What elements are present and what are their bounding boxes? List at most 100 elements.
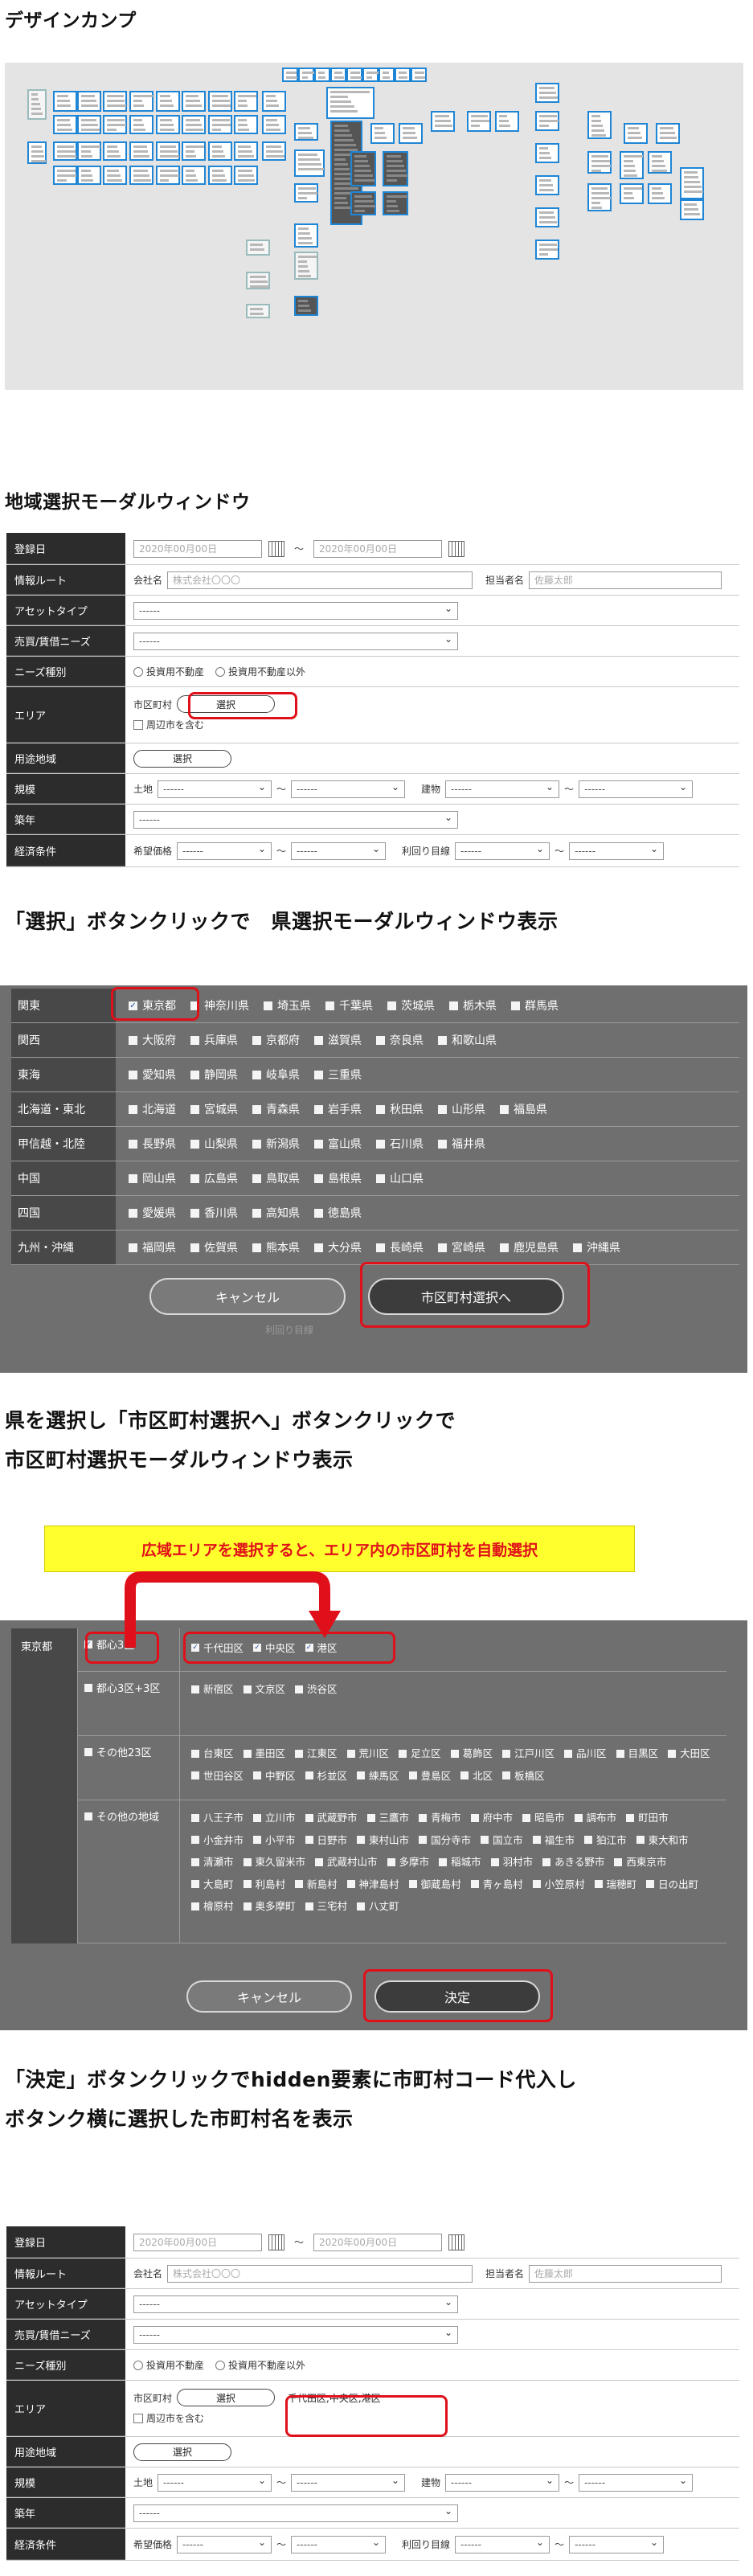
city-checkbox[interactable]: 羽村市 [491,1851,534,1873]
calendar-icon[interactable] [448,2234,465,2250]
prefecture-checkbox[interactable]: 静岡県 [190,1067,238,1083]
city-checkbox[interactable]: 新島村 [295,1874,338,1895]
cancel-button[interactable]: キャンセル [149,1278,346,1315]
prefecture-checkbox[interactable]: 和歌山県 [438,1032,497,1048]
prefecture-checkbox[interactable]: 兵庫県 [190,1032,238,1048]
city-checkbox[interactable]: 国分寺市 [419,1829,471,1851]
area-group-checkbox[interactable]: その他の地域 [84,1808,159,1824]
prefecture-checkbox[interactable]: 宮崎県 [438,1239,485,1255]
city-checkbox[interactable]: 奥多摩町 [243,1895,296,1917]
city-checkbox[interactable]: 文京区 [243,1678,286,1700]
radio-investment[interactable]: 投資用不動産 [133,665,204,678]
city-checkbox[interactable]: 稲城市 [439,1851,481,1873]
select-land-label-min[interactable]: ------ [158,780,272,798]
select-building-label-max[interactable]: ------ [579,780,694,798]
prefecture-checkbox[interactable]: 福井県 [438,1136,485,1152]
prefecture-checkbox[interactable]: 三重県 [314,1067,362,1083]
select-building-age[interactable]: ------ [133,2504,458,2522]
cancel-button[interactable]: キャンセル [186,1980,352,2013]
area-group-option[interactable]: 都心3区+3区 [77,1672,180,1735]
prefecture-checkbox[interactable]: 埼玉県 [264,997,311,1014]
prefecture-checkbox[interactable]: 愛知県 [129,1067,176,1083]
city-checkbox[interactable]: 東大和市 [636,1829,689,1851]
city-checkbox[interactable]: 日の出町 [646,1874,698,1895]
prefecture-checkbox[interactable]: 徳島県 [314,1205,362,1221]
area-group-option[interactable]: その他の地域 [77,1800,180,1943]
city-checkbox[interactable]: 板橋区 [502,1765,545,1787]
city-checkbox[interactable]: 福生市 [533,1829,575,1851]
prefecture-checkbox[interactable]: 群馬県 [511,997,559,1014]
prefecture-checkbox[interactable]: 沖縄県 [573,1239,620,1255]
city-checkbox[interactable]: 江東区 [295,1743,338,1764]
select-desired-price-label-max[interactable]: ------ [291,2535,387,2553]
select-land-label-max[interactable]: ------ [291,780,406,798]
city-checkbox[interactable]: 国立市 [481,1829,523,1851]
city-checkbox[interactable]: 清瀬市 [191,1851,234,1873]
city-checkbox[interactable]: あきる野市 [542,1851,604,1873]
city-checkbox[interactable]: 武蔵村山市 [315,1851,378,1873]
city-checkbox[interactable]: 北区 [460,1765,493,1787]
prefecture-checkbox[interactable]: 富山県 [314,1136,362,1152]
prefecture-checkbox[interactable]: 愛媛県 [129,1205,176,1221]
city-checkbox[interactable]: 大田区 [668,1743,710,1764]
date-from-input[interactable]: 2020年00月00日 [133,2233,262,2251]
prefecture-checkbox[interactable]: 大阪府 [129,1032,176,1048]
city-checkbox[interactable]: 荒川区 [347,1743,390,1764]
city-checkbox[interactable]: 練馬区 [357,1765,399,1787]
prefecture-checkbox[interactable]: 岩手県 [314,1101,362,1117]
city-checkbox[interactable]: 小平市 [253,1829,296,1851]
calendar-icon[interactable] [268,540,284,557]
prefecture-checkbox[interactable]: 広島県 [190,1170,238,1186]
city-checkbox[interactable]: 葛飾区 [451,1743,493,1764]
person-input[interactable]: 佐藤太郎 [529,571,722,589]
select-yield-label-min[interactable]: ------ [455,842,550,860]
city-checkbox[interactable]: 足立区 [399,1743,441,1764]
city-checkbox[interactable]: 品川区 [564,1743,607,1764]
company-input[interactable]: 株式会社〇〇〇 [167,2264,473,2283]
city-checkbox[interactable]: 小金井市 [191,1829,243,1851]
area-group-checkbox[interactable]: その他23区 [84,1744,152,1759]
prefecture-checkbox[interactable]: 茨城県 [387,997,435,1014]
city-checkbox[interactable]: 杉並区 [305,1765,348,1787]
city-checkbox[interactable]: 瑞穂町 [595,1874,637,1895]
city-checkbox[interactable]: 利島村 [243,1874,286,1895]
date-to-input[interactable]: 2020年00月00日 [313,539,443,558]
calendar-icon[interactable] [448,540,465,557]
select-yield-label-max[interactable]: ------ [569,2535,665,2553]
select-desired-price-label-max[interactable]: ------ [291,842,387,860]
city-checkbox[interactable]: 青ヶ島村 [471,1874,523,1895]
prefecture-checkbox[interactable]: 岐阜県 [252,1067,300,1083]
city-checkbox[interactable]: 立川市 [253,1807,296,1829]
zoning-select-button[interactable]: 選択 [133,2443,231,2461]
select-building-label-min[interactable]: ------ [445,780,560,798]
select-land-label-min[interactable]: ------ [158,2473,272,2492]
prefecture-checkbox[interactable]: 福岡県 [129,1239,176,1255]
prefecture-checkbox[interactable]: 北海道 [129,1101,176,1117]
city-checkbox[interactable]: 東村山市 [357,1829,409,1851]
city-checkbox[interactable]: 狛江市 [584,1829,627,1851]
select-asset-type[interactable]: ------ [133,2295,458,2313]
city-checkbox[interactable]: 中野区 [253,1765,296,1787]
prefecture-checkbox[interactable]: 鳥取県 [252,1170,300,1186]
city-checkbox[interactable]: 墨田区 [243,1743,286,1764]
prefecture-checkbox[interactable]: 山梨県 [190,1136,238,1152]
city-checkbox[interactable]: 大島町 [191,1874,234,1895]
prefecture-checkbox[interactable]: 大分県 [314,1239,362,1255]
prefecture-checkbox[interactable]: 長崎県 [376,1239,424,1255]
prefecture-checkbox[interactable]: 石川県 [376,1136,424,1152]
city-checkbox[interactable]: 三鷹市 [367,1807,410,1829]
city-checkbox[interactable]: 豊島区 [409,1765,452,1787]
prefecture-checkbox[interactable]: 鹿児島県 [500,1239,559,1255]
select-sale-lease-needs[interactable]: ------ [133,632,458,650]
prefecture-checkbox[interactable]: 青森県 [252,1101,300,1117]
prefecture-checkbox[interactable]: 熊本県 [252,1239,300,1255]
prefecture-checkbox[interactable]: 長野県 [129,1136,176,1152]
include-surrounding-checkbox[interactable]: 周辺市を含む [133,2411,204,2425]
select-sale-lease-needs[interactable]: ------ [133,2325,458,2344]
prefecture-checkbox[interactable]: 山口県 [376,1170,424,1186]
calendar-icon[interactable] [268,2234,284,2250]
city-checkbox[interactable]: 渋谷区 [295,1678,338,1700]
radio-investment[interactable]: 投資用不動産 [133,2358,204,2372]
city-checkbox[interactable]: 八王子市 [191,1807,243,1829]
city-checkbox[interactable]: 三宅村 [305,1895,348,1917]
